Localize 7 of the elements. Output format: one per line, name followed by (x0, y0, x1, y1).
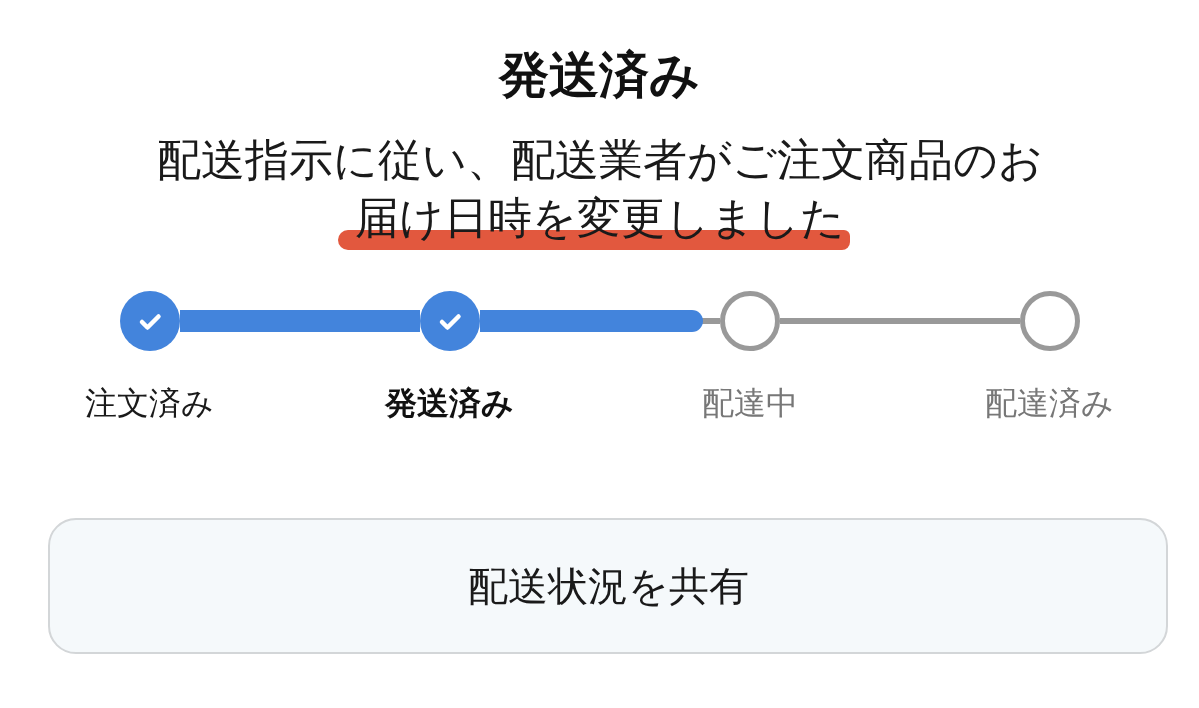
step-label: 配達済み (985, 383, 1114, 423)
step-label: 発送済み (385, 383, 514, 423)
step-label: 注文済み (85, 383, 214, 423)
share-button[interactable]: 配送状況を共有 (48, 518, 1168, 654)
step-label: 配達中 (701, 383, 798, 423)
status-message: 配送指示に従い、配送業者がご注文商品のお 届け日時を変更しました (156, 133, 1043, 245)
page-title: 発送済み (499, 45, 700, 105)
